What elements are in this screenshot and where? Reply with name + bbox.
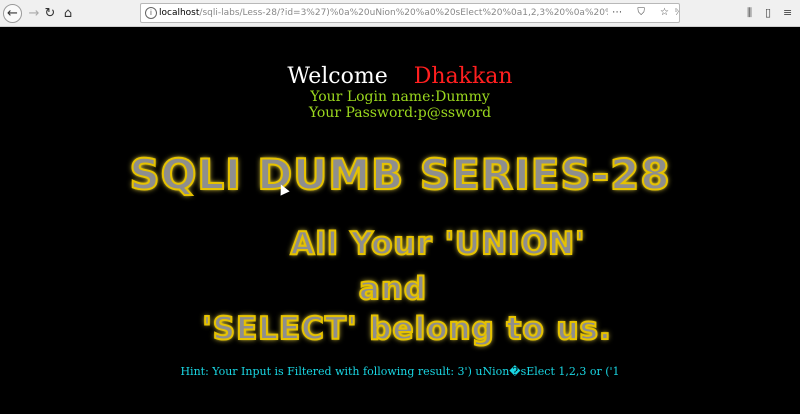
credentials-block: Your Login name:Dummy Your Password:p@ss… <box>0 89 800 121</box>
reload-icon[interactable]: ↻ <box>41 4 59 22</box>
welcome-label: Welcome <box>287 64 388 89</box>
library-icon[interactable]: ⫼ <box>747 6 752 20</box>
welcome-name: Dhakkan <box>413 64 513 89</box>
banner-line-3: 'SELECT' belong to us. <box>201 310 612 348</box>
info-icon[interactable]: i <box>145 7 157 19</box>
banner-line-1: All Your 'UNION' <box>289 225 586 263</box>
home-icon[interactable]: ⌂ <box>59 4 77 22</box>
back-arrow-icon[interactable]: ← <box>3 4 22 23</box>
page-title-banner: SQLI DUMB SERIES-28 <box>128 149 671 200</box>
url-host: localhost <box>159 8 200 18</box>
page-actions-icons[interactable]: ⋯ ⛉ ☆ <box>608 4 675 22</box>
welcome-line: Welcome Dhakkan <box>0 64 800 89</box>
sidebar-icon[interactable]: ▯ <box>765 6 771 19</box>
hamburger-menu-icon[interactable]: ≡ <box>783 6 792 19</box>
address-bar[interactable]: i localhost/sqli-labs/Less-28/?id=3%27)%… <box>140 3 680 23</box>
password-text: Your Password:p@ssword <box>308 105 492 121</box>
hint-text: Hint: Your Input is Filtered with follow… <box>180 365 620 378</box>
login-name-text: Your Login name:Dummy <box>310 89 490 105</box>
browser-toolbar: ← → ↻ ⌂ i localhost/sqli-labs/Less-28/?i… <box>0 0 800 27</box>
banner-line-2: and <box>358 270 428 308</box>
